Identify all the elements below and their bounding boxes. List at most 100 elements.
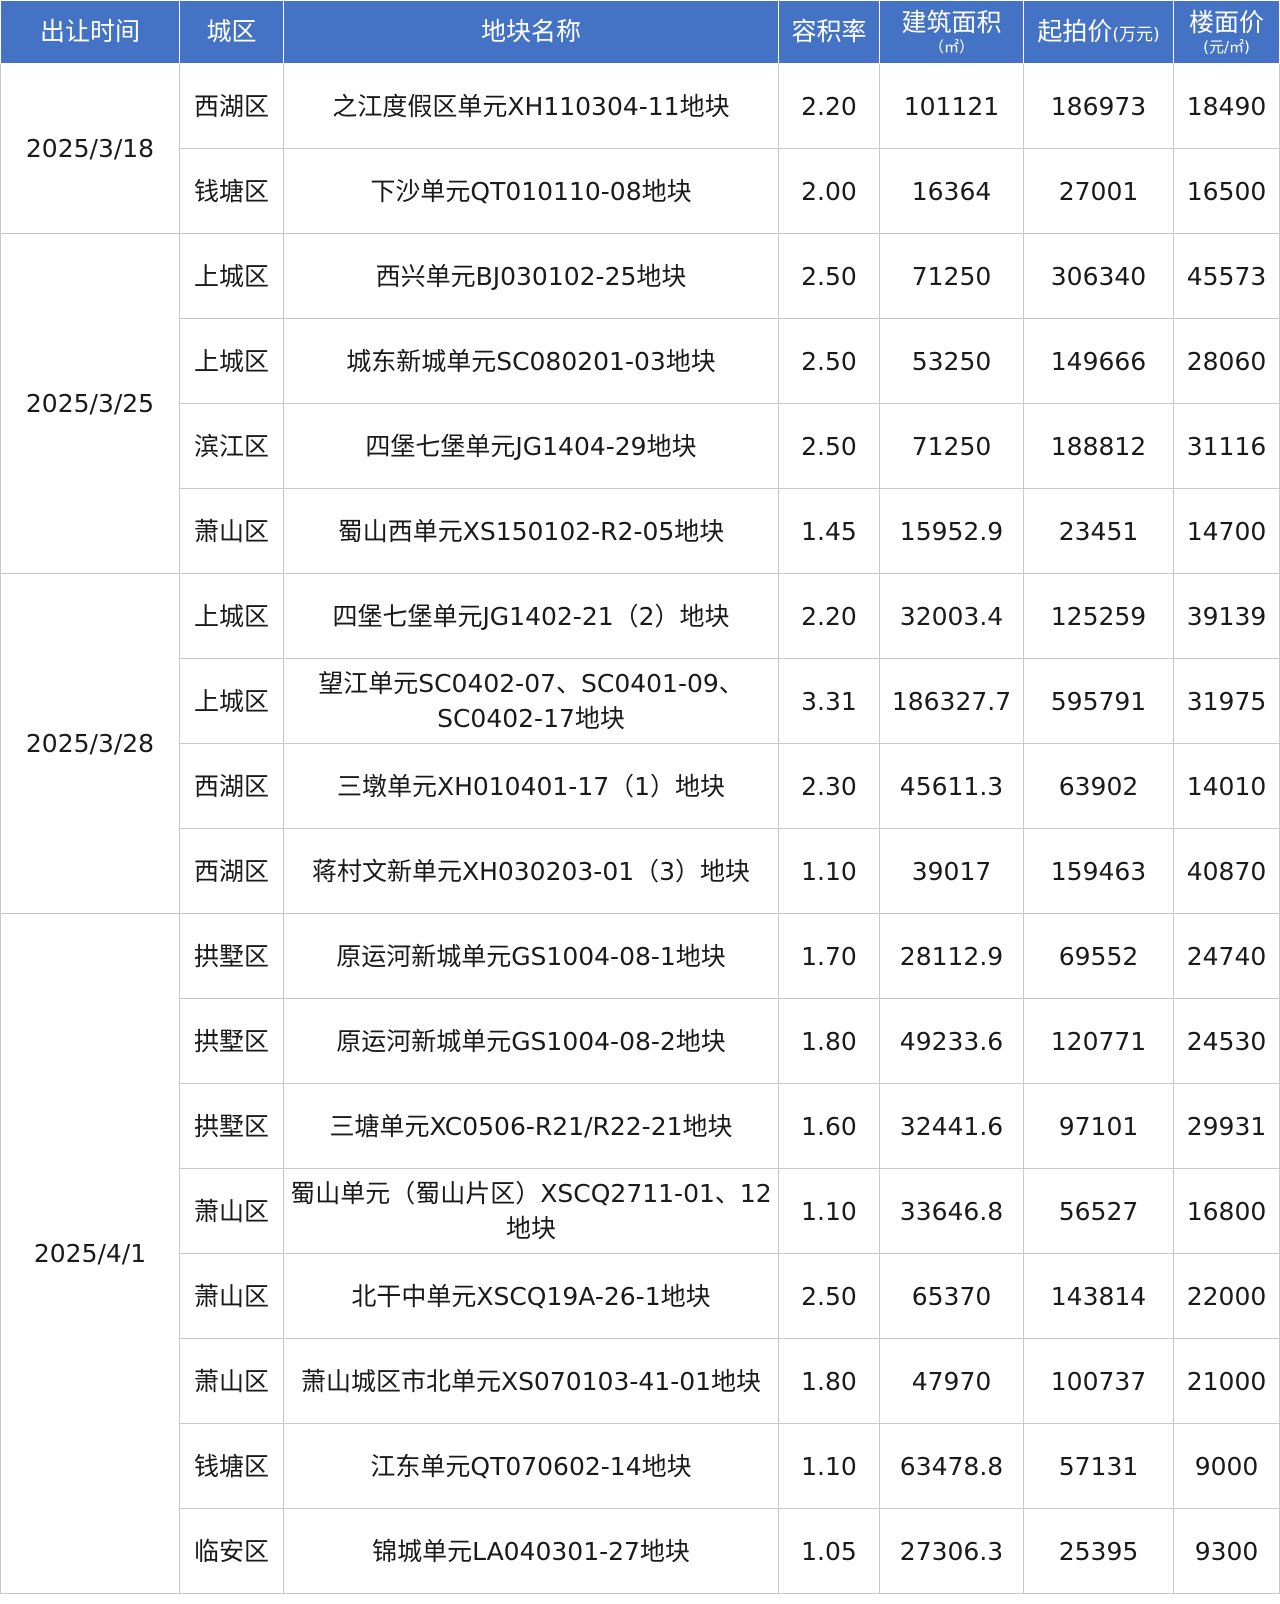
- table-row: 2025/3/25 上城区 西兴单元BJ030102-25地块 2.50 71250 30…: [0, 233, 1280, 574]
- price-cell: 186973: [1023, 63, 1174, 149]
- plot-name-cell: 蒋村文新单元XH030203-01（3）地块: [283, 828, 779, 914]
- table-row: 钱塘区 下沙单元QT010110-08地块 2.00 16364 27001 16500: [1, 148, 1280, 234]
- area-cell: 16364: [879, 148, 1024, 234]
- area-cell: 27306.3: [879, 1508, 1024, 1594]
- floor-price-cell: 31116: [1173, 403, 1280, 489]
- far-cell: 2.20: [778, 573, 880, 659]
- district-cell: 上城区: [179, 658, 284, 744]
- price-cell: 143814: [1023, 1253, 1174, 1339]
- far-cell: 2.50: [778, 233, 880, 319]
- table-body: 2025/3/18 西湖区 之江度假区单元XH110304-11地块 2.20 1011…: [0, 63, 1280, 1594]
- price-cell: 100737: [1023, 1338, 1174, 1424]
- plot-name-cell: 三塘单元XC0506-R21/R22-21地块: [283, 1083, 779, 1169]
- table-row: 上城区 城东新城单元SC080201-03地块 2.50 53250 149666 280…: [1, 318, 1280, 404]
- header-date-label: 出让时间: [39, 17, 140, 47]
- floor-price-cell: 39139: [1173, 573, 1280, 659]
- price-cell: 97101: [1023, 1083, 1174, 1169]
- header-price: 起拍价(万元): [1023, 0, 1174, 64]
- table-row: 萧山区 萧山城区市北单元XS070103-41-01地块 1.80 47970 1007…: [1, 1338, 1280, 1424]
- district-cell: 滨江区: [179, 403, 284, 489]
- plot-name-cell: 蜀山单元（蜀山片区）XSCQ2711-01、12地块: [283, 1168, 779, 1254]
- area-cell: 32003.4: [879, 573, 1024, 659]
- price-cell: 57131: [1023, 1423, 1174, 1509]
- plot-name-cell: 望江单元SC0402-07、SC0401-09、SC0402-17地块: [283, 658, 779, 744]
- price-cell: 125259: [1023, 573, 1174, 659]
- floor-price-cell: 14700: [1173, 488, 1280, 574]
- plot-name-cell: 城东新城单元SC080201-03地块: [283, 318, 779, 404]
- far-cell: 1.80: [778, 998, 880, 1084]
- area-cell: 71250: [879, 403, 1024, 489]
- area-cell: 32441.6: [879, 1083, 1024, 1169]
- table-row: 西湖区 三墩单元XH010401-17（1）地块 2.30 45611.3 63902 1…: [1, 743, 1280, 829]
- header-area-unit: （㎡）: [928, 37, 974, 56]
- floor-price-cell: 45573: [1173, 233, 1280, 319]
- far-cell: 1.70: [778, 913, 880, 999]
- district-cell: 拱墅区: [179, 913, 284, 999]
- floor-price-cell: 9300: [1173, 1508, 1280, 1594]
- floor-price-cell: 21000: [1173, 1338, 1280, 1424]
- far-cell: 1.80: [778, 1338, 880, 1424]
- district-cell: 西湖区: [179, 828, 284, 914]
- far-cell: 1.05: [778, 1508, 880, 1594]
- date-cell: 2025/3/18: [0, 63, 180, 234]
- floor-price-cell: 16500: [1173, 148, 1280, 234]
- price-cell: 149666: [1023, 318, 1174, 404]
- land-auction-table: 出让时间 城区 地块名称 容积率 建筑面积 （㎡） 起拍价(万元) 楼面价 (元/㎡…: [0, 0, 1280, 1594]
- far-cell: 2.50: [778, 318, 880, 404]
- header-far: 容积率: [778, 0, 880, 64]
- table-row: 萧山区 蜀山西单元XS150102-R2-05地块 1.45 15952.9 23451…: [1, 488, 1280, 574]
- district-cell: 萧山区: [179, 488, 284, 574]
- floor-price-cell: 24740: [1173, 913, 1280, 999]
- date-cell: 2025/4/1: [0, 913, 180, 1594]
- floor-price-cell: 22000: [1173, 1253, 1280, 1339]
- header-district: 城区: [179, 0, 284, 64]
- far-cell: 2.30: [778, 743, 880, 829]
- floor-price-cell: 9000: [1173, 1423, 1280, 1509]
- floor-price-cell: 40870: [1173, 828, 1280, 914]
- header-price-unit: (万元): [1112, 25, 1160, 46]
- floor-price-cell: 31975: [1173, 658, 1280, 744]
- header-area: 建筑面积 （㎡）: [879, 0, 1024, 64]
- area-cell: 15952.9: [879, 488, 1024, 574]
- district-cell: 上城区: [179, 573, 284, 659]
- table-row: 拱墅区 原运河新城单元GS1004-08-2地块 1.80 49233.6 120771…: [1, 998, 1280, 1084]
- area-cell: 33646.8: [879, 1168, 1024, 1254]
- table-row: 2025/3/18 西湖区 之江度假区单元XH110304-11地块 2.20 1011…: [0, 63, 1280, 234]
- district-cell: 拱墅区: [179, 998, 284, 1084]
- table-row: 钱塘区 江东单元QT070602-14地块 1.10 63478.8 57131 9000: [1, 1423, 1280, 1509]
- header-floor-price-unit: (元/㎡): [1203, 37, 1250, 56]
- plot-name-cell: 北干中单元XSCQ19A-26-1地块: [283, 1253, 779, 1339]
- header-price-label: 起拍价: [1037, 17, 1113, 47]
- floor-price-cell: 16800: [1173, 1168, 1280, 1254]
- header-floor-price: 楼面价 (元/㎡): [1173, 0, 1280, 64]
- far-cell: 1.10: [778, 1423, 880, 1509]
- floor-price-cell: 29931: [1173, 1083, 1280, 1169]
- floor-price-cell: 18490: [1173, 63, 1280, 149]
- price-cell: 306340: [1023, 233, 1174, 319]
- plot-name-cell: 之江度假区单元XH110304-11地块: [283, 63, 779, 149]
- header-far-label: 容积率: [791, 17, 867, 47]
- header-row: 出让时间 城区 地块名称 容积率 建筑面积 （㎡） 起拍价(万元) 楼面价 (元/㎡…: [0, 0, 1280, 64]
- far-cell: 1.60: [778, 1083, 880, 1169]
- district-cell: 萧山区: [179, 1338, 284, 1424]
- plot-name-cell: 三墩单元XH010401-17（1）地块: [283, 743, 779, 829]
- price-cell: 25395: [1023, 1508, 1174, 1594]
- district-cell: 西湖区: [179, 743, 284, 829]
- district-cell: 钱塘区: [179, 148, 284, 234]
- far-cell: 2.20: [778, 63, 880, 149]
- area-cell: 186327.7: [879, 658, 1024, 744]
- plot-name-cell: 锦城单元LA040301-27地块: [283, 1508, 779, 1594]
- district-cell: 西湖区: [179, 63, 284, 149]
- header-name-label: 地块名称: [480, 17, 581, 47]
- area-cell: 39017: [879, 828, 1024, 914]
- far-cell: 2.50: [778, 403, 880, 489]
- far-cell: 1.45: [778, 488, 880, 574]
- price-cell: 120771: [1023, 998, 1174, 1084]
- price-cell: 23451: [1023, 488, 1174, 574]
- table-row: 上城区 望江单元SC0402-07、SC0401-09、SC0402-17地块 3.…: [1, 658, 1280, 744]
- date-cell: 2025/3/28: [0, 573, 180, 914]
- far-cell: 2.50: [778, 1253, 880, 1339]
- price-cell: 159463: [1023, 828, 1174, 914]
- area-cell: 28112.9: [879, 913, 1024, 999]
- plot-name-cell: 原运河新城单元GS1004-08-1地块: [283, 913, 779, 999]
